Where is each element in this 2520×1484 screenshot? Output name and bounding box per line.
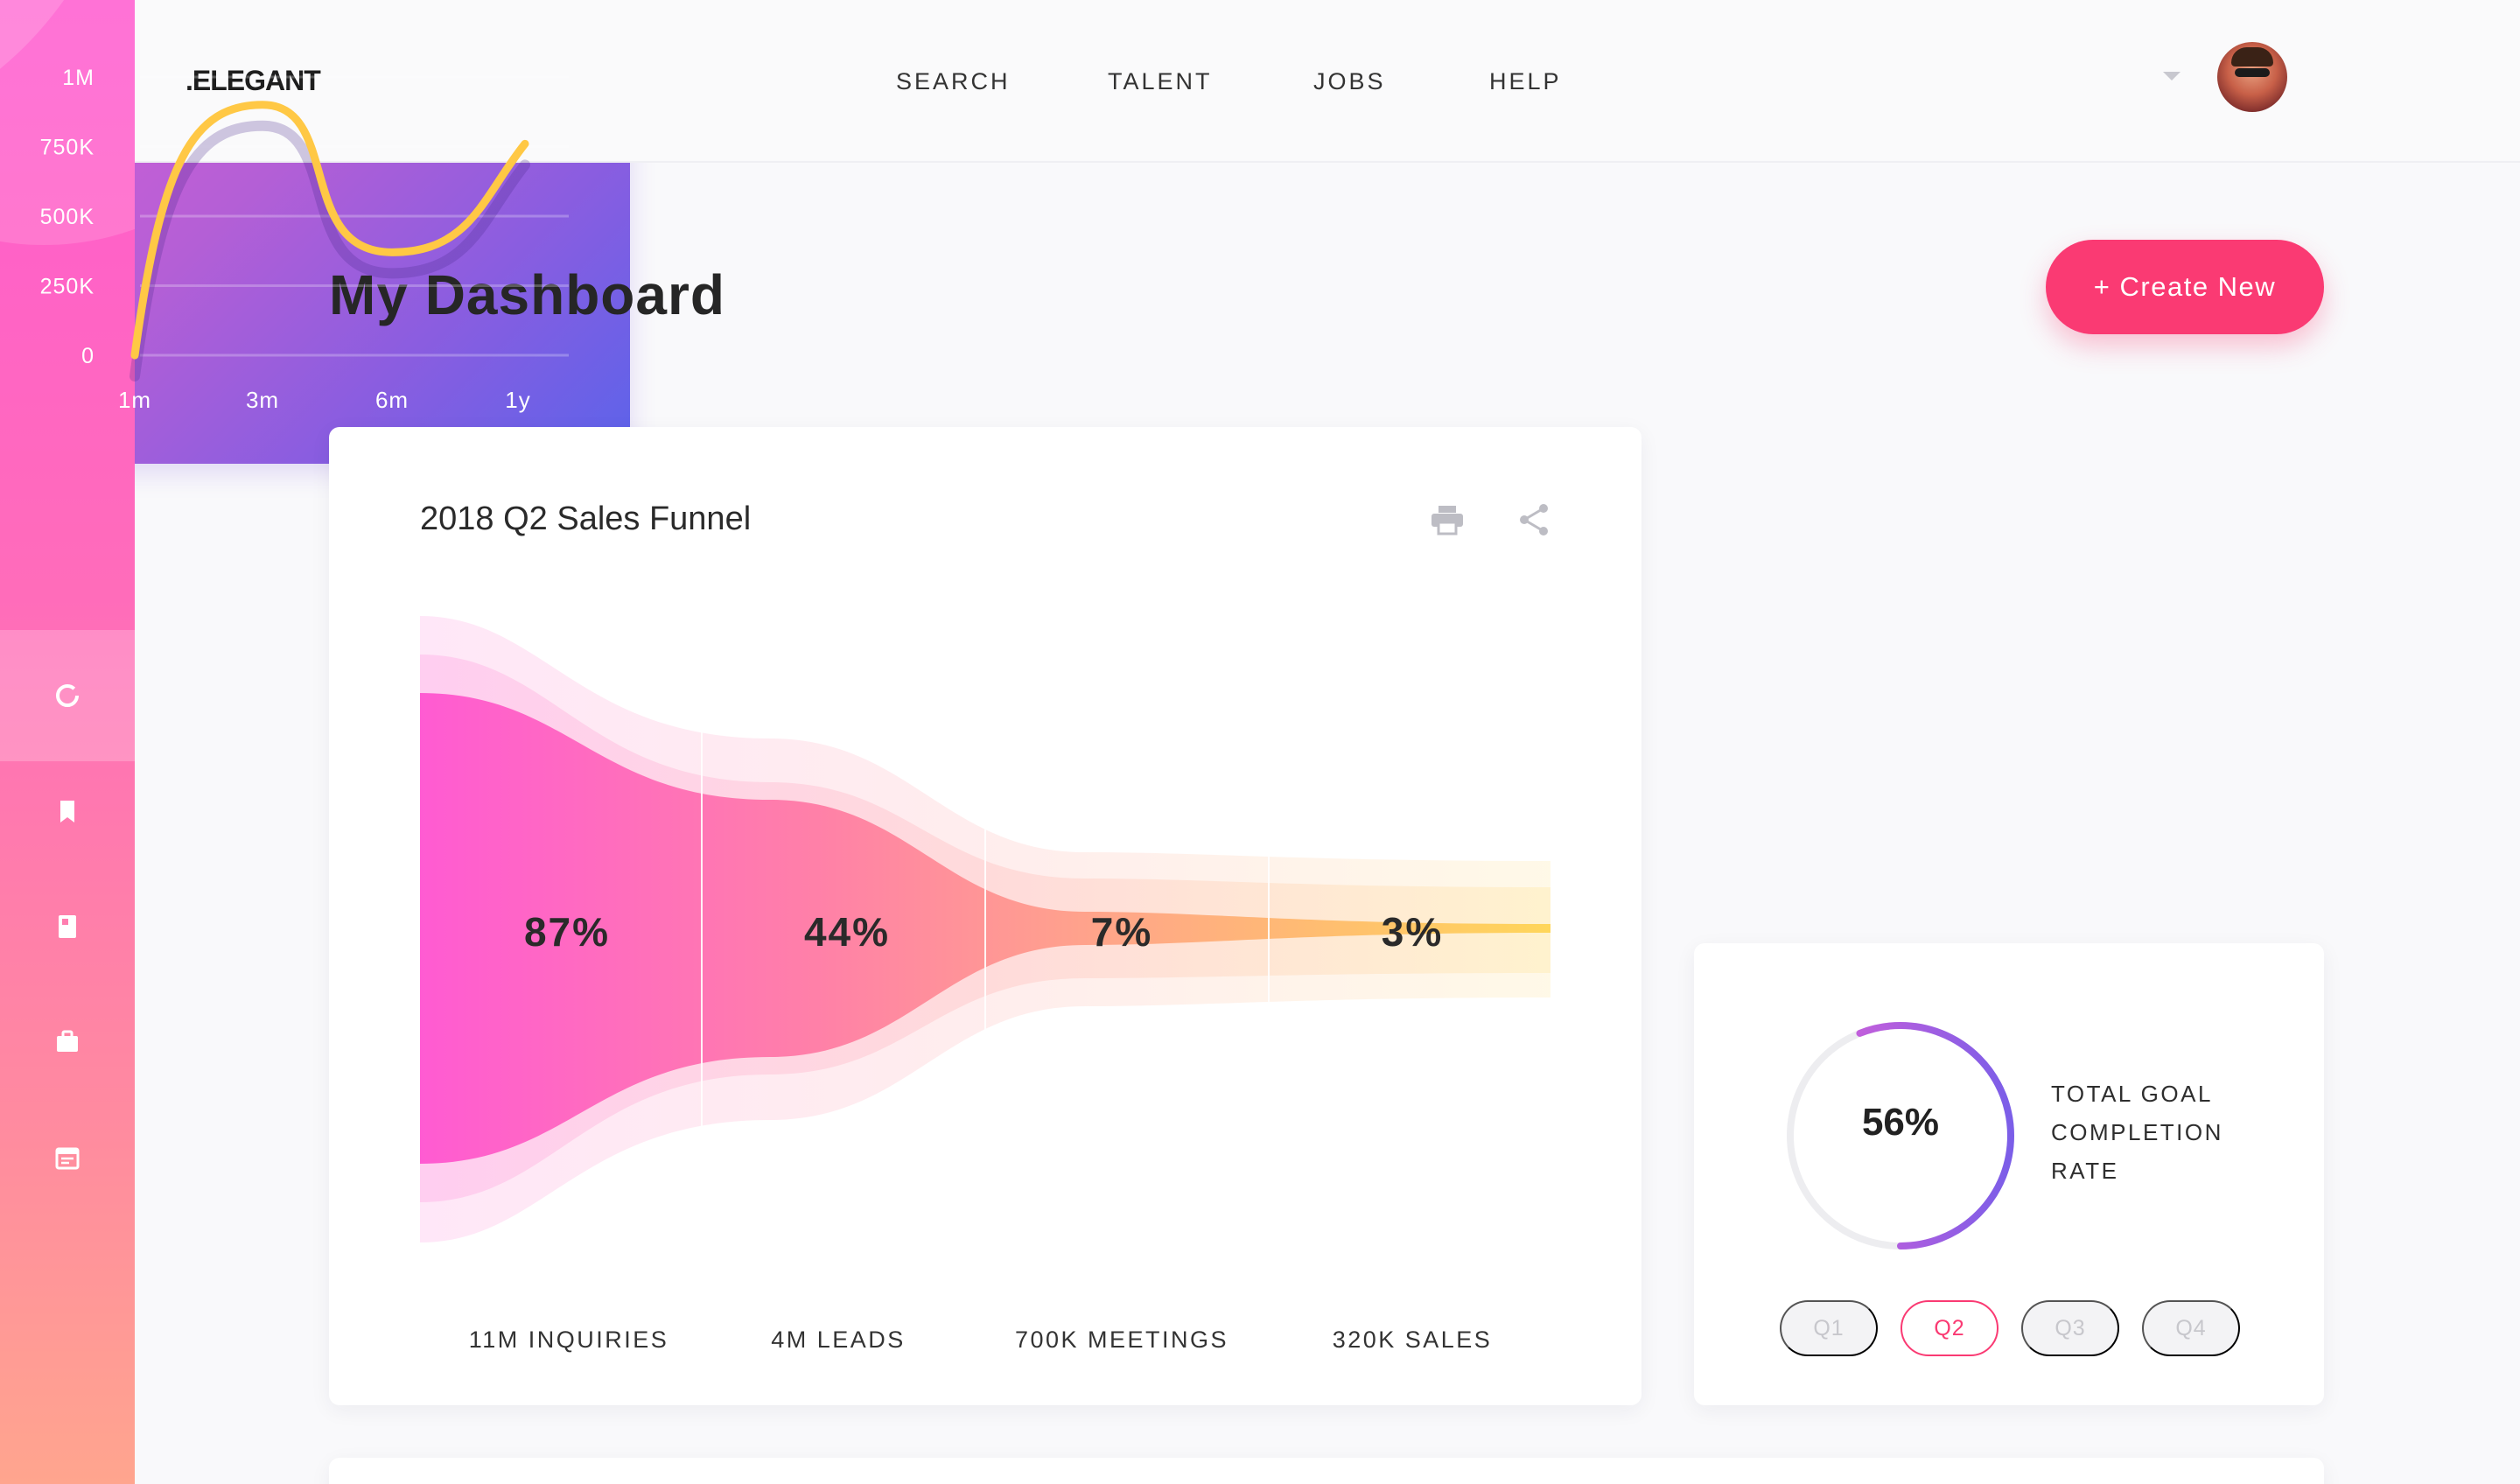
share-icon[interactable] — [1517, 502, 1550, 537]
stage-label-sales: 320K SALES — [1332, 1326, 1493, 1353]
nav-talent[interactable]: TALENT — [1108, 68, 1213, 95]
x-tick-label: 1y — [505, 387, 530, 413]
sidebar-item-jobs[interactable] — [0, 976, 135, 1108]
quarter-q3-button[interactable]: Q3 — [2021, 1300, 2119, 1356]
nav-help[interactable]: HELP — [1489, 68, 1562, 95]
calendar-icon — [55, 1147, 80, 1170]
create-new-button[interactable]: + Create New — [2046, 240, 2324, 334]
goal-label-line: TOTAL GOAL — [2051, 1081, 2213, 1107]
stage-label-inquiries: 11M INQUIRIES — [468, 1326, 669, 1353]
y-tick-label: 500K — [40, 205, 94, 229]
line-chart: 0 250K 500K 750K 1M 1m 3m 6m 1y — [40, 66, 569, 413]
account-dropdown-icon[interactable] — [2163, 72, 2180, 80]
bookmark-icon — [60, 801, 74, 822]
user-avatar[interactable] — [2217, 42, 2287, 112]
sidebar-item-dashboard[interactable] — [0, 630, 135, 761]
stage-percent-meetings: 7% — [1090, 909, 1153, 955]
quarter-q2-button[interactable]: Q2 — [1900, 1300, 1998, 1356]
sales-funnel-card: 2018 Q2 Sales Funnel 87% 44% 7% 3% 11M I… — [329, 427, 1642, 1405]
funnel-title: 2018 Q2 Sales Funnel — [420, 500, 752, 537]
goal-percent: 56% — [1861, 1101, 1940, 1144]
goal-label: TOTAL GOAL COMPLETION RATE — [2051, 1074, 2296, 1190]
y-tick-label: 750K — [40, 136, 94, 160]
x-tick-label: 6m — [375, 387, 409, 413]
sidebar-item-documents[interactable] — [0, 861, 135, 992]
sidebar-item-calendar[interactable] — [0, 1092, 135, 1223]
quarter-q4-button[interactable]: Q4 — [2142, 1300, 2240, 1356]
goal-label-line: RATE — [2051, 1158, 2119, 1184]
nav-jobs[interactable]: JOBS — [1313, 68, 1386, 95]
book-icon — [59, 915, 76, 938]
stage-percent-inquiries: 87% — [523, 909, 611, 955]
quarter-q1-button[interactable]: Q1 — [1780, 1300, 1878, 1356]
x-tick-label: 1m — [118, 387, 151, 413]
y-tick-label: 1M — [62, 66, 94, 90]
stage-label-leads: 4M LEADS — [771, 1326, 906, 1353]
x-tick-label: 3m — [246, 387, 279, 413]
y-tick-label: 0 — [81, 344, 94, 368]
nav-search[interactable]: SEARCH — [896, 68, 1011, 95]
goal-label-line: COMPLETION — [2051, 1119, 2223, 1145]
stage-label-meetings: 700K MEETINGS — [1014, 1326, 1229, 1353]
goal-completion-card: 56% TOTAL GOAL COMPLETION RATE Q1 Q2 Q3 … — [1694, 943, 2324, 1405]
briefcase-icon — [57, 1030, 78, 1052]
sidebar-item-bookmarks[interactable] — [0, 746, 135, 877]
line-chart-card: 0 250K 500K 750K 1M 1m 3m 6m 1y — [0, 0, 630, 464]
line-series-shadow — [130, 120, 530, 382]
donut-chart-icon — [56, 684, 79, 707]
stage-percent-sales: 3% — [1381, 909, 1444, 955]
next-card-peek — [329, 1458, 2324, 1484]
y-tick-label: 250K — [40, 275, 94, 299]
stage-percent-leads: 44% — [803, 909, 891, 955]
print-icon[interactable] — [1430, 504, 1465, 536]
